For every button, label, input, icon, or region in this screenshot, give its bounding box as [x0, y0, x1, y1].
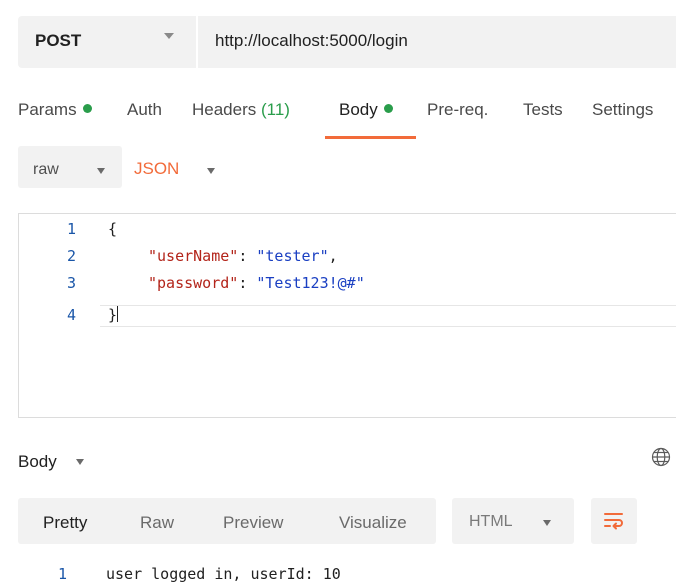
status-dot — [383, 104, 393, 113]
code-line: "password": "Test123!@#" — [148, 274, 365, 292]
code-line: { — [108, 220, 117, 238]
line-number: 2 — [66, 247, 76, 265]
wrap-lines-icon — [603, 510, 625, 537]
code-line: } — [108, 306, 119, 324]
chevron-down-icon[interactable] — [207, 168, 215, 174]
json-string: "Test123!@#" — [256, 274, 365, 292]
tab-params-label: Params — [18, 100, 77, 119]
tab-headers-label: Headers — [192, 100, 257, 119]
tab-headers[interactable]: Headers (11) — [192, 100, 290, 120]
tab-pretty[interactable]: Pretty — [43, 513, 87, 533]
chevron-down-icon[interactable] — [76, 459, 84, 465]
wrap-lines-button[interactable] — [591, 498, 637, 544]
status-dot — [82, 104, 92, 113]
text-cursor — [117, 306, 119, 322]
tab-pre-request[interactable]: Pre-req. — [427, 100, 488, 120]
tab-settings[interactable]: Settings — [592, 100, 653, 120]
json-key: "password" — [148, 274, 239, 292]
tab-auth[interactable]: Auth — [127, 100, 162, 120]
tab-headers-count: (11) — [261, 100, 290, 119]
body-mode-label: raw — [33, 161, 59, 178]
chevron-down-icon[interactable] — [543, 520, 551, 526]
json-string: "tester" — [256, 247, 329, 265]
response-text: user logged in, userId: 10 — [106, 565, 341, 583]
close-brace: } — [108, 306, 118, 324]
tab-body[interactable]: Body — [339, 100, 393, 120]
response-format-label: HTML — [469, 513, 513, 530]
line-number: 4 — [66, 306, 76, 324]
tab-params[interactable]: Params — [18, 100, 92, 120]
response-body-text: Body — [18, 452, 57, 471]
line-number: 1 — [58, 565, 68, 583]
chevron-down-icon[interactable] — [97, 168, 105, 174]
active-tab-indicator — [325, 136, 416, 139]
json-colon: : — [238, 274, 257, 292]
url-text: http://localhost:5000/login — [215, 31, 408, 50]
response-body-label[interactable]: Body — [18, 452, 57, 472]
json-key: "userName" — [148, 247, 239, 265]
line-number: 3 — [66, 274, 76, 292]
json-colon: : — [238, 247, 257, 265]
line-number: 1 — [66, 220, 76, 238]
tab-raw[interactable]: Raw — [140, 513, 174, 533]
open-brace: { — [108, 220, 118, 238]
tab-body-label: Body — [339, 100, 378, 119]
json-comma: , — [328, 247, 338, 265]
chevron-down-icon[interactable] — [164, 33, 174, 39]
current-line-highlight — [100, 305, 676, 327]
tab-visualize[interactable]: Visualize — [339, 513, 407, 533]
body-language-select[interactable]: JSON — [134, 159, 179, 179]
tab-tests[interactable]: Tests — [523, 100, 563, 120]
code-line: "userName": "tester", — [148, 247, 338, 265]
globe-icon[interactable] — [650, 446, 672, 473]
tab-preview[interactable]: Preview — [223, 513, 283, 533]
method-label: POST — [35, 31, 82, 50]
